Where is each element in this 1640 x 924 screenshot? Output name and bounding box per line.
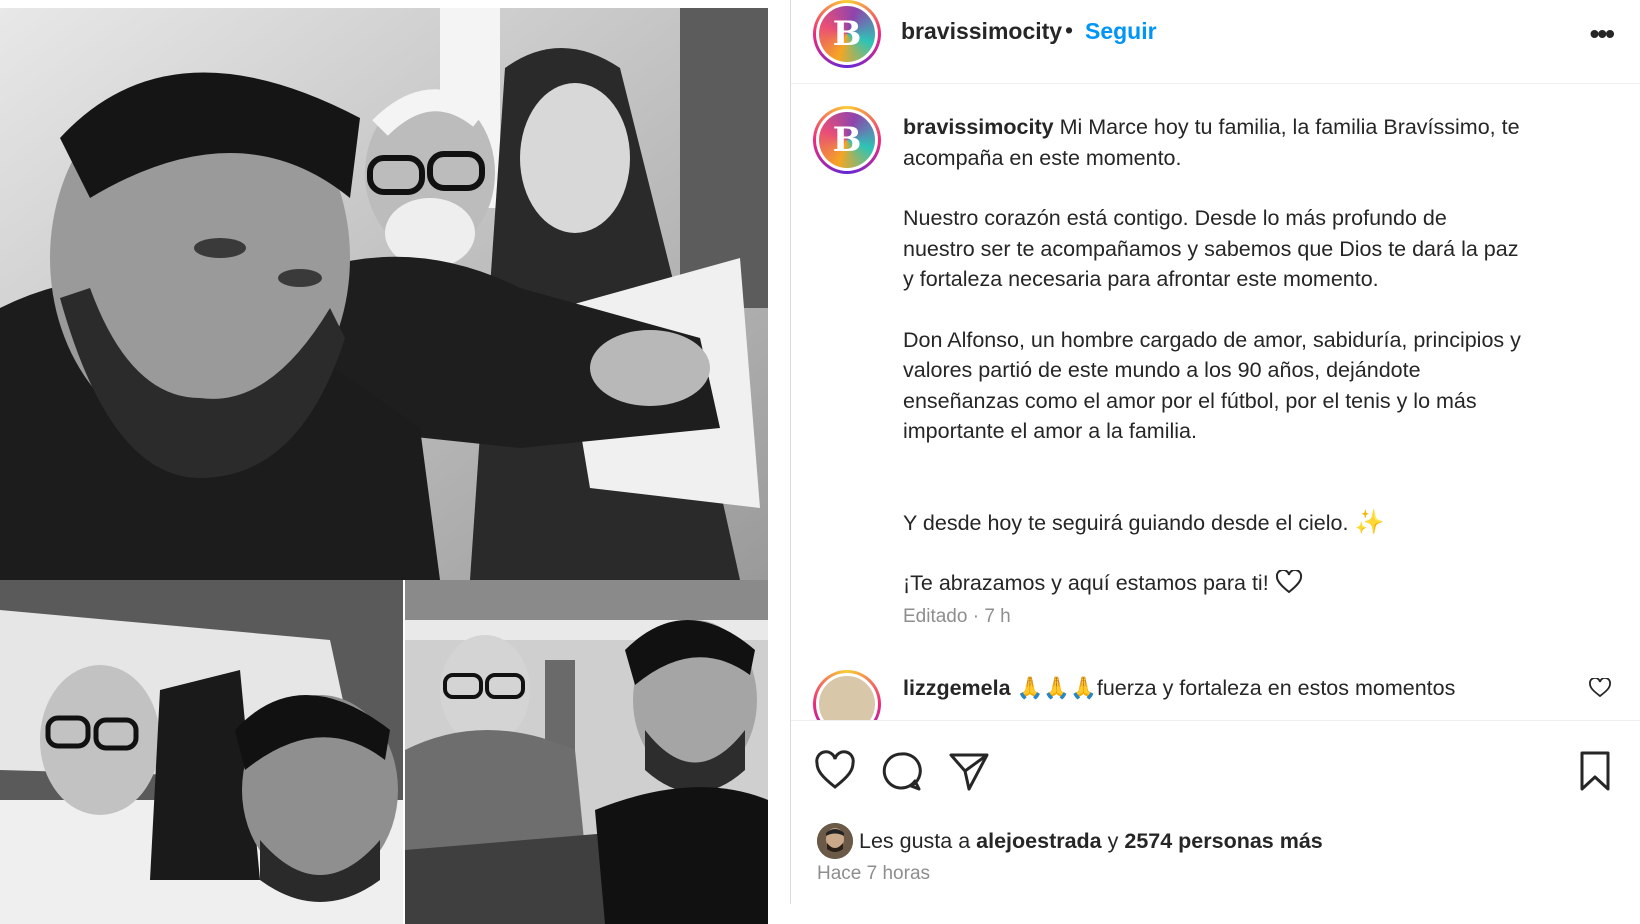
- photo-family-selfie: [0, 8, 768, 580]
- photo-bed-selfie: [0, 580, 403, 924]
- author-avatar[interactable]: B: [813, 0, 881, 68]
- bravissimo-logo: B: [819, 6, 875, 62]
- caption-meta: Editado · 7 h: [903, 606, 1011, 627]
- sparkle-emoji: ✨: [1354, 508, 1385, 536]
- caption-paragraph-4: Y desde hoy te seguirá guiando desde el …: [903, 508, 1385, 536]
- post-header: B bravissimocity • Seguir •••: [791, 0, 1640, 84]
- likes-summary[interactable]: Les gusta a alejoestrada y 2574 personas…: [817, 821, 1323, 861]
- photo-restaurant-selfie: [405, 580, 768, 924]
- follow-button[interactable]: Seguir: [1085, 18, 1157, 45]
- bravissimo-logo: B: [819, 112, 875, 168]
- liker-avatar[interactable]: [817, 823, 853, 859]
- comment-item: lizzgemela 🙏🙏🙏fuerza y fortaleza en esto…: [791, 670, 1640, 720]
- caption-paragraph-3: Don Alfonso, un hombre cargado de amor, …: [903, 327, 1521, 444]
- likes-count[interactable]: 2574 personas más: [1124, 829, 1322, 854]
- caption-paragraph-5: ¡Te abrazamos y aquí estamos para ti!: [903, 568, 1603, 599]
- liker-username[interactable]: alejoestrada: [976, 829, 1101, 854]
- comment-body: fuerza y fortaleza en estos momentos: [1096, 676, 1456, 700]
- post-panel: B bravissimocity • Seguir ••• B bravissi…: [790, 0, 1640, 904]
- post-timestamp[interactable]: Hace 7 horas: [817, 863, 930, 885]
- comment-icon[interactable]: [879, 749, 923, 793]
- heart-icon[interactable]: [813, 749, 857, 793]
- bookmark-icon[interactable]: [1573, 749, 1617, 793]
- caption-paragraph-2: Nuestro corazón está contigo. Desde lo m…: [903, 206, 1519, 291]
- share-icon[interactable]: [947, 749, 991, 793]
- comment-like-icon[interactable]: [1589, 678, 1611, 698]
- commenter-username[interactable]: lizzgemela: [903, 676, 1011, 700]
- pray-emoji: 🙏🙏🙏: [1016, 676, 1097, 700]
- author-username[interactable]: bravissimocity: [901, 18, 1062, 45]
- post-image-collage[interactable]: [0, 0, 770, 924]
- caption-text: bravissimocity Mi Marce hoy tu familia, …: [903, 112, 1603, 599]
- caption-avatar[interactable]: B: [813, 106, 881, 174]
- caption-scroll-area[interactable]: B bravissimocity Mi Marce hoy tu familia…: [791, 86, 1640, 720]
- commenter-avatar[interactable]: [813, 670, 881, 720]
- caption-username[interactable]: bravissimocity: [903, 115, 1054, 139]
- more-icon[interactable]: •••: [1590, 18, 1615, 50]
- separator-dot: •: [1065, 17, 1074, 43]
- action-bar: Les gusta a alejoestrada y 2574 personas…: [791, 720, 1640, 904]
- heart-outline-icon: [1275, 570, 1302, 594]
